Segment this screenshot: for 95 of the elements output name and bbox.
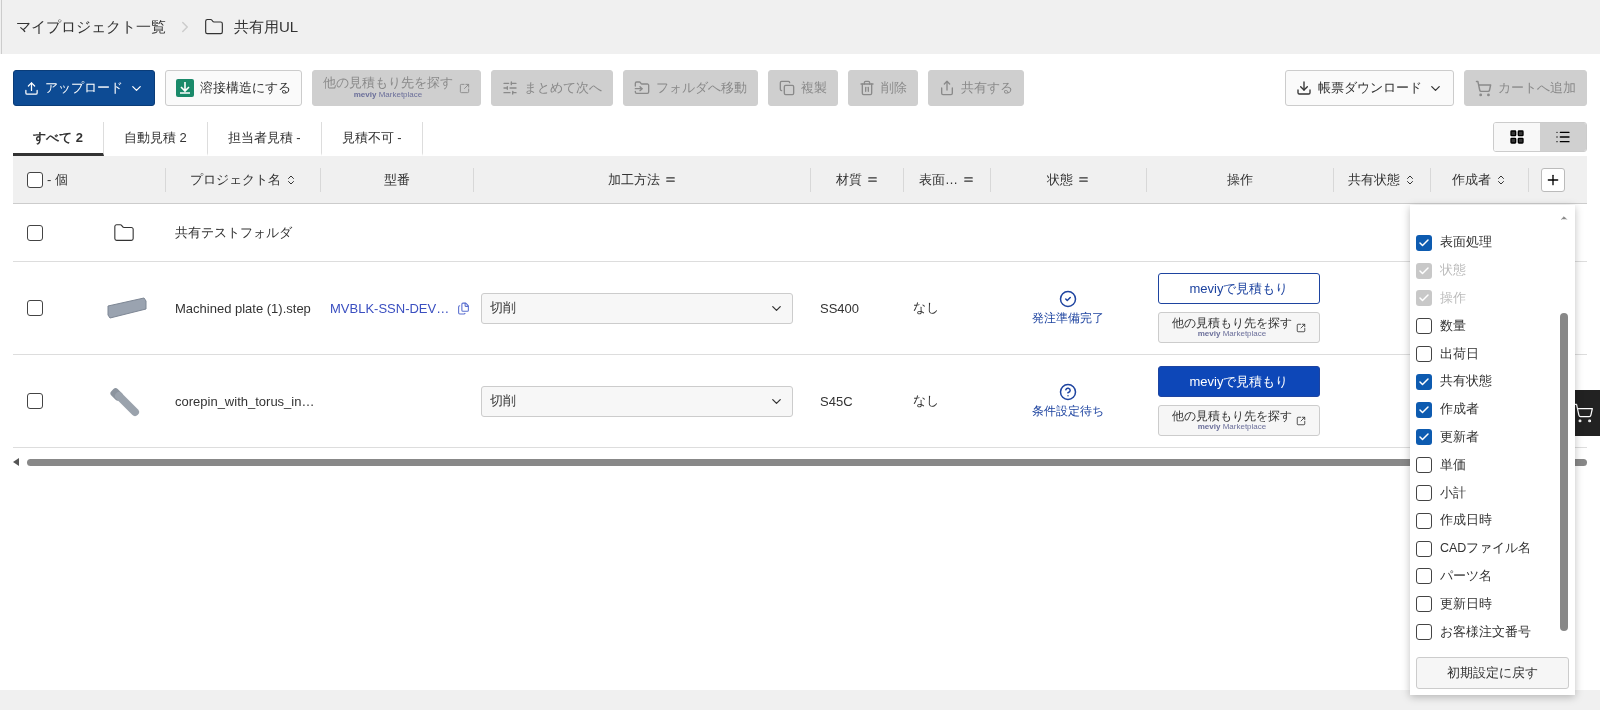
surface-text: なし (913, 392, 939, 410)
folder-name[interactable]: 共有テストフォルダ (175, 223, 292, 242)
weld-icon (176, 79, 194, 97)
checkbox[interactable] (1416, 540, 1432, 557)
copy-icon[interactable] (457, 301, 471, 315)
check-icon (1418, 236, 1430, 249)
sort-icon[interactable] (1495, 173, 1507, 186)
model-number-link[interactable]: MVBLK-SSN-DEV… (330, 300, 450, 316)
filter-tab[interactable]: すべて 2 (13, 122, 104, 156)
upload-button[interactable]: アップロード (13, 70, 155, 106)
status-text: 条件設定待ち (1032, 402, 1104, 420)
weld-button[interactable]: 溶接構造にする (165, 70, 302, 106)
checkbox[interactable] (1416, 457, 1432, 474)
quote-button[interactable]: meviyで見積もり (1158, 366, 1320, 397)
marketplace-button[interactable]: 他の見積もり先を探す meviy Marketplace (1158, 312, 1320, 343)
check-icon (1418, 264, 1430, 277)
external-link-icon (459, 82, 470, 94)
column-option[interactable]: パーツ名 (1416, 562, 1555, 591)
checkbox[interactable] (1416, 568, 1432, 585)
checkbox[interactable] (1416, 346, 1432, 363)
column-header: 材質 (835, 170, 862, 189)
menu-scrollbar-thumb[interactable] (1560, 313, 1568, 631)
check-icon (1418, 375, 1430, 388)
column-header: - 個 (47, 170, 68, 189)
process-select[interactable]: 切削 (481, 385, 793, 417)
checkbox[interactable] (1416, 512, 1432, 529)
list-view-button[interactable] (1540, 123, 1586, 151)
process-select[interactable]: 切削 (481, 292, 793, 324)
checkbox[interactable] (1416, 234, 1432, 251)
upload-icon (24, 80, 39, 96)
column-header: 共有状態 (1348, 170, 1400, 189)
column-option[interactable]: 出荷日 (1416, 340, 1555, 368)
project-name[interactable]: Machined plate (1).step (175, 300, 311, 316)
checkbox[interactable] (27, 300, 43, 316)
copy-icon (779, 80, 795, 96)
material-text: SS400 (820, 300, 860, 316)
sort-icon[interactable] (1404, 173, 1416, 186)
cart-icon (1475, 79, 1492, 97)
column-header: 操作 (1227, 170, 1253, 189)
surface-text: なし (913, 299, 939, 317)
checkbox[interactable] (27, 393, 43, 409)
folder-move-icon (634, 80, 650, 96)
marketplace-button[interactable]: 他の見積もり先を探す meviy Marketplace (1158, 405, 1320, 436)
checkbox[interactable] (27, 171, 43, 188)
help-circle-icon (1059, 382, 1077, 401)
checkbox[interactable] (1416, 596, 1432, 613)
grid-view-button[interactable] (1494, 123, 1540, 151)
trash-icon (859, 80, 875, 96)
column-option[interactable]: 作成者 (1416, 395, 1555, 424)
checkbox[interactable] (1416, 485, 1432, 502)
external-link-icon (1296, 415, 1306, 426)
column-option[interactable]: CADファイル名 (1416, 534, 1555, 563)
check-icon (1418, 403, 1430, 416)
check-circle-icon (1059, 289, 1077, 308)
column-option[interactable]: 表面処理 (1416, 229, 1555, 257)
column-option[interactable]: 更新者 (1416, 423, 1555, 452)
column-option[interactable]: 小計 (1416, 479, 1555, 507)
reset-button[interactable]: 初期設定に戻す (1416, 657, 1569, 689)
add-column-button[interactable] (1540, 167, 1565, 192)
quote-button[interactable]: meviyで見積もり (1158, 273, 1320, 304)
project-name[interactable]: corepin_with_torus_in… (175, 393, 315, 409)
breadcrumb-current: 共有用UL (234, 17, 299, 37)
column-header: 加工方法 (607, 170, 660, 189)
scroll-left-icon[interactable] (13, 458, 19, 466)
external-link-icon (1296, 322, 1306, 333)
material-text: S45C (820, 393, 853, 409)
column-option[interactable]: 共有状態 (1416, 368, 1555, 396)
checkbox[interactable] (1416, 624, 1432, 641)
plate-drawing (107, 297, 147, 319)
download-button[interactable]: 帳票ダウンロード (1285, 70, 1454, 106)
column-header: 作成者 (1452, 170, 1491, 189)
column-option[interactable]: 更新日時 (1416, 590, 1555, 619)
checkbox[interactable] (1416, 318, 1432, 335)
checkbox[interactable] (1416, 401, 1432, 418)
scroll-up-icon[interactable] (1559, 213, 1569, 223)
folder-icon (113, 221, 135, 244)
share-icon (939, 80, 955, 96)
column-option[interactable]: 数量 (1416, 312, 1555, 341)
column-option[interactable]: 作成日時 (1416, 506, 1555, 535)
column-option[interactable]: 単価 (1416, 451, 1555, 480)
column-header: 型番 (384, 170, 410, 189)
checkbox[interactable] (1416, 373, 1432, 390)
sliders-icon (502, 80, 518, 96)
checkbox[interactable] (1416, 429, 1432, 446)
download-icon (1296, 80, 1312, 96)
column-header: 状態 (1047, 170, 1073, 189)
breadcrumb-link[interactable]: マイプロジェクト一覧 (16, 17, 166, 37)
list-icon (1555, 129, 1571, 145)
checkbox[interactable] (27, 224, 43, 241)
column-header: 表面… (919, 170, 958, 189)
column-option[interactable]: お客様注文番号 (1416, 618, 1555, 646)
folder-icon (204, 17, 224, 37)
status-text: 発注準備完了 (1032, 309, 1104, 327)
grid-icon (1509, 129, 1525, 145)
column-header: プロジェクト名 (189, 170, 281, 189)
